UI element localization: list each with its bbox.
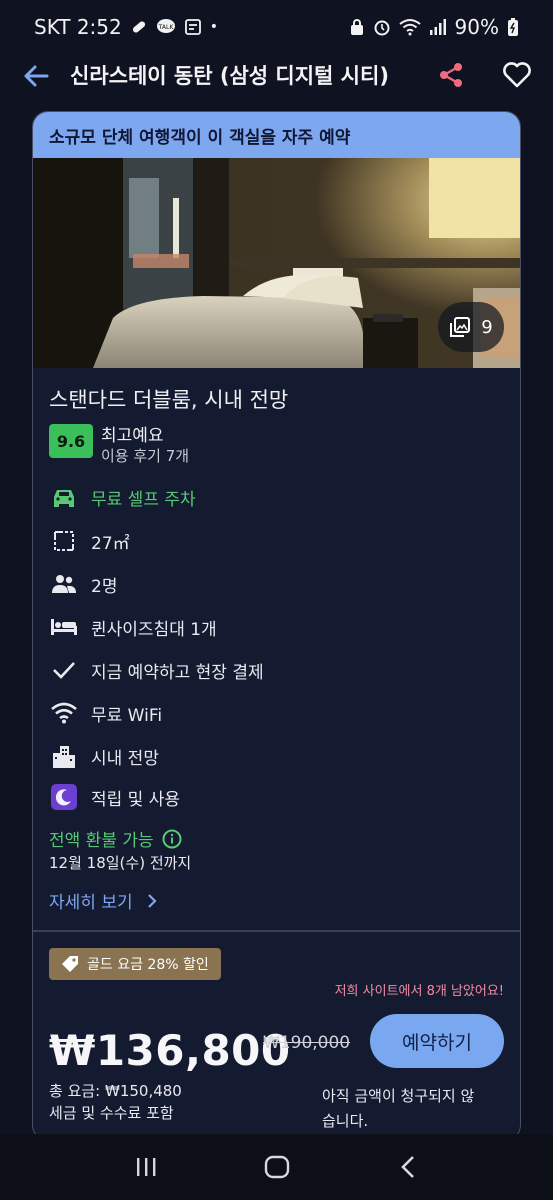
amenity-area: 27㎡ xyxy=(49,526,130,556)
divider xyxy=(33,930,520,932)
photo-gallery-button[interactable]: 9 xyxy=(438,302,504,352)
chevron-left-icon xyxy=(400,1156,414,1178)
arrow-left-icon xyxy=(24,65,49,87)
room-card: 소규모 단체 여행객이 이 객실을 자주 예약 9 스탠다드 더블룸, 시내 전… xyxy=(32,111,521,1141)
more-details-label: 자세히 보기 xyxy=(49,893,133,913)
system-nav-bar xyxy=(0,1134,553,1200)
more-details-link[interactable]: 자세히 보기 xyxy=(49,888,157,913)
home-button[interactable] xyxy=(253,1143,301,1191)
amenity-label: 무료 셀프 주차 xyxy=(91,489,196,510)
photo-count-value: 9 xyxy=(481,316,493,338)
not-charged-note: 아직 금액이 청구되지 않습니다. xyxy=(322,1087,475,1130)
home-icon xyxy=(264,1155,289,1179)
amenity-label: 적립 및 사용 xyxy=(91,789,181,810)
amenity-occupancy: 2명 xyxy=(49,569,117,599)
amenity-label: 지금 예약하고 현장 결제 xyxy=(91,662,264,683)
battery-level: 90% xyxy=(454,15,499,39)
rooms-left-notice: 저희 사이트에서 8개 남았어요! xyxy=(334,984,504,999)
amenity-label: 2명 xyxy=(91,576,118,597)
info-icon[interactable] xyxy=(162,829,182,849)
nav-back-button[interactable] xyxy=(384,1143,432,1191)
check-icon xyxy=(49,655,79,685)
amenity-parking: 무료 셀프 주차 xyxy=(49,482,196,512)
tag-icon xyxy=(62,956,78,972)
status-bar: SKT 2:52 TALK • 90% xyxy=(0,0,553,54)
rating-label: 최고예요 xyxy=(101,426,164,446)
gold-discount-badge: 골드 요금 28% 할인 xyxy=(49,948,221,980)
dot-icon: • xyxy=(209,19,219,35)
recent-apps-icon xyxy=(136,1158,155,1176)
share-icon xyxy=(440,63,462,87)
area-icon xyxy=(49,526,79,556)
book-button[interactable]: 예약하기 xyxy=(370,1014,504,1068)
alarm-icon xyxy=(374,20,390,36)
amenity-label: 퀸사이즈침대 1개 xyxy=(91,619,217,640)
svg-text:TALK: TALK xyxy=(157,24,174,31)
message-icon xyxy=(184,19,201,35)
amenity-view: 시내 전망 xyxy=(49,741,159,771)
total-price: 총 요금: ₩150,480 xyxy=(49,1082,182,1100)
battery-icon xyxy=(508,18,518,36)
amenity-bed: 퀸사이즈침대 1개 xyxy=(49,612,217,642)
recent-apps-button[interactable] xyxy=(122,1143,170,1191)
amenity-pay-later: 지금 예약하고 현장 결제 xyxy=(49,655,264,685)
popularity-banner: 소규모 단체 여행객이 이 객실을 자주 예약 xyxy=(33,112,520,158)
signal-icon xyxy=(429,19,446,35)
original-price: ₩190,000 xyxy=(263,1033,351,1053)
room-title: 스탠다드 더블룸, 시내 전망 xyxy=(49,388,289,412)
review-count[interactable]: 이용 후기 7개 xyxy=(101,445,189,466)
favorite-button[interactable] xyxy=(500,58,534,92)
gallery-icon xyxy=(450,317,471,337)
current-price: ₩136,800 xyxy=(49,1026,291,1075)
talk-icon: TALK xyxy=(156,19,175,33)
amenity-wifi: 무료 WiFi xyxy=(49,698,162,728)
refund-label: 전액 환불 가능 xyxy=(49,831,154,851)
refund-policy: 전액 환불 가능 xyxy=(49,826,182,851)
carrier-time: SKT 2:52 xyxy=(34,15,122,39)
tax-note: 세금 및 수수료 포함 xyxy=(49,1104,174,1122)
heart-icon xyxy=(503,62,531,88)
moon-icon xyxy=(49,782,79,812)
back-button[interactable] xyxy=(20,60,52,92)
status-left: SKT 2:52 TALK • xyxy=(34,15,218,39)
people-icon xyxy=(49,569,79,599)
amenity-rewards: 적립 및 사용 xyxy=(49,782,180,812)
room-photo[interactable]: 9 xyxy=(33,158,520,368)
status-right: 90% xyxy=(349,15,519,39)
amenity-label: 27㎡ xyxy=(91,533,130,554)
amenity-label: 시내 전망 xyxy=(91,748,159,769)
car-icon xyxy=(49,482,79,512)
city-icon xyxy=(49,741,79,771)
pill-icon xyxy=(132,21,145,33)
rating-badge: 9.6 xyxy=(49,424,93,458)
wifi-icon xyxy=(49,698,79,728)
share-button[interactable] xyxy=(434,58,468,92)
gold-badge-label: 골드 요금 28% 할인 xyxy=(87,957,209,973)
wifi-status-icon xyxy=(398,19,421,36)
amenity-label: 무료 WiFi xyxy=(91,705,163,726)
app-header: 신라스테이 동탄 (삼성 디지털 시티) xyxy=(0,54,553,100)
chevron-right-icon xyxy=(147,893,157,908)
bed-icon xyxy=(49,612,79,642)
refund-deadline: 12월 18일(수) 전까지 xyxy=(49,854,192,872)
lock-icon xyxy=(350,19,363,35)
page-title: 신라스테이 동탄 (삼성 디지털 시티) xyxy=(70,64,389,88)
